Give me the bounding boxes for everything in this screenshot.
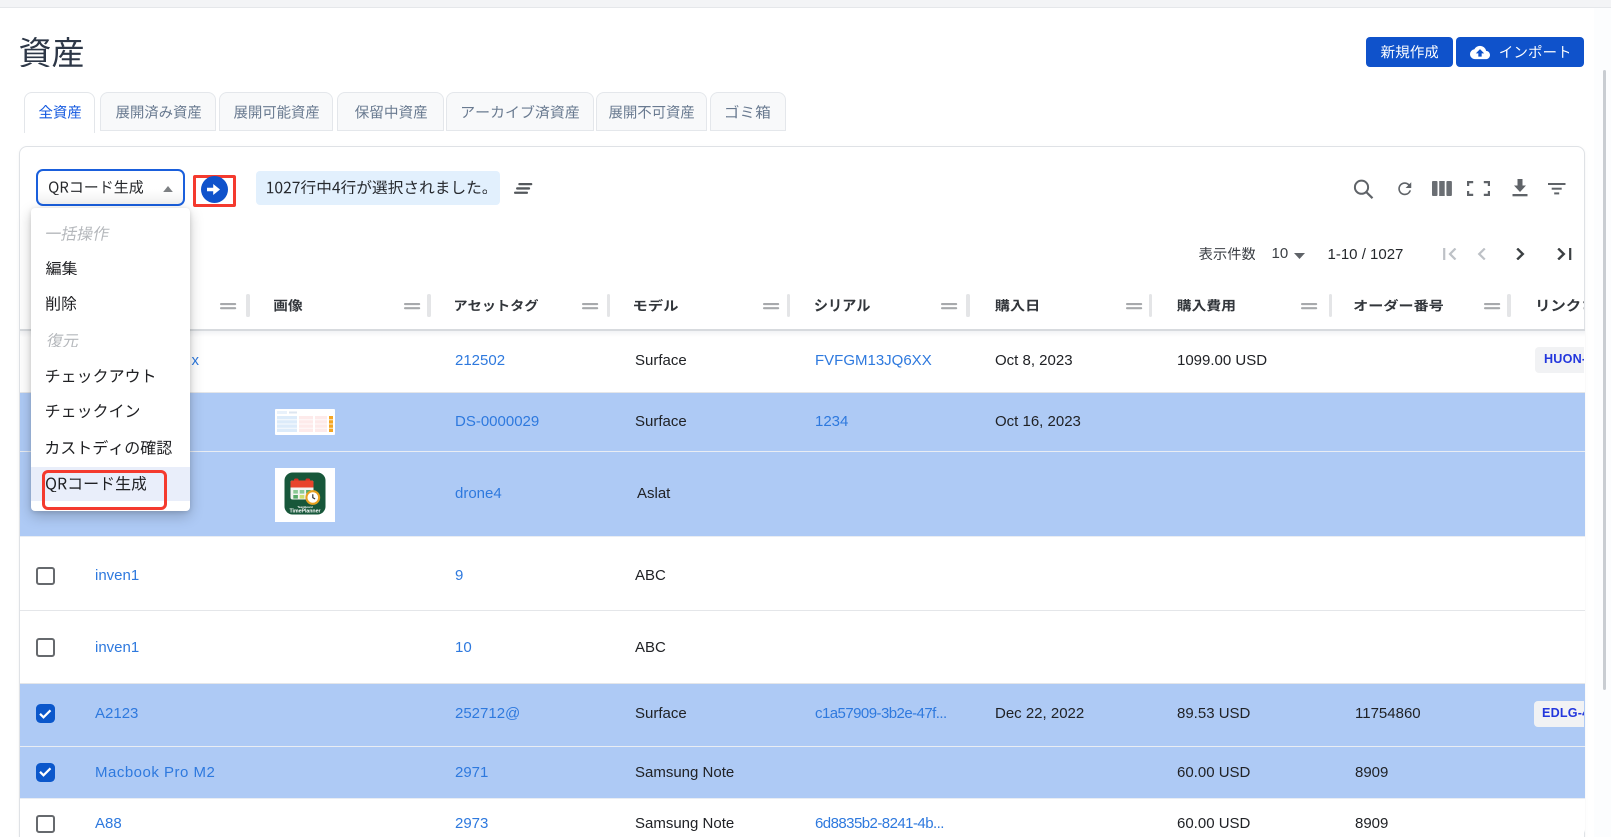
svg-text:TimePlanner: TimePlanner (289, 508, 320, 514)
